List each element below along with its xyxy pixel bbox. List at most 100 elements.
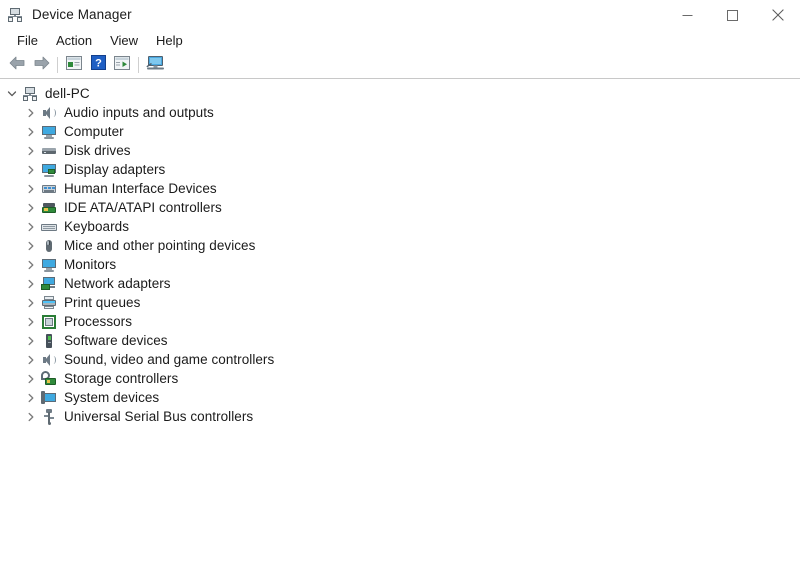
device-tree: dell-PC Audio inputs and outputs Compute…	[0, 84, 800, 426]
toolbar-separator-1	[57, 57, 58, 73]
tree-item-universal-serial-bus-controllers[interactable]: Universal Serial Bus controllers	[0, 407, 800, 426]
tree-item-label: Human Interface Devices	[64, 181, 217, 196]
tree-item-disk-drives[interactable]: Disk drives	[0, 141, 800, 160]
tree-item-label: Disk drives	[64, 143, 131, 158]
console-tree-icon	[66, 55, 82, 75]
speaker-icon	[41, 105, 57, 121]
title-bar: Device Manager	[0, 0, 800, 30]
properties-button[interactable]	[110, 54, 134, 76]
chevron-right-icon[interactable]	[21, 350, 41, 369]
tree-item-ide-ata-atapi-controllers[interactable]: IDE ATA/ATAPI controllers	[0, 198, 800, 217]
storage-controller-icon	[41, 370, 57, 387]
menu-file[interactable]: File	[8, 31, 47, 51]
help-button[interactable]: ?	[86, 54, 110, 76]
tree-item-label: Mice and other pointing devices	[64, 238, 256, 253]
keyboard-icon	[41, 219, 57, 235]
device-manager-window: Device Manager File Action View Help ? d…	[0, 0, 800, 562]
chevron-right-icon[interactable]	[21, 103, 41, 122]
chevron-right-icon[interactable]	[21, 236, 41, 255]
tree-item-label: Print queues	[64, 295, 141, 310]
network-adapter-icon	[41, 276, 57, 292]
tree-item-label: IDE ATA/ATAPI controllers	[64, 200, 222, 215]
tree-item-system-devices[interactable]: System devices	[0, 388, 800, 407]
chevron-right-icon[interactable]	[21, 407, 41, 426]
chevron-right-icon[interactable]	[21, 331, 41, 350]
chevron-right-icon[interactable]	[21, 388, 41, 407]
chevron-right-icon[interactable]	[21, 141, 41, 160]
tree-item-human-interface-devices[interactable]: Human Interface Devices	[0, 179, 800, 198]
computer-root-icon	[22, 86, 38, 102]
disk-drive-icon	[41, 143, 57, 159]
window-controls	[665, 0, 800, 30]
forward-arrow-icon	[33, 56, 50, 75]
processor-icon	[41, 314, 57, 330]
tree-item-label: System devices	[64, 390, 160, 405]
chevron-right-icon[interactable]	[21, 312, 41, 331]
tree-item-label: Network adapters	[64, 276, 171, 291]
chevron-right-icon[interactable]	[21, 255, 41, 274]
tree-item-label: Audio inputs and outputs	[64, 105, 214, 120]
tree-item-label: Universal Serial Bus controllers	[64, 409, 254, 424]
monitor-icon	[41, 124, 57, 140]
tree-item-network-adapters[interactable]: Network adapters	[0, 274, 800, 293]
chevron-right-icon[interactable]	[21, 369, 41, 388]
tree-item-monitors[interactable]: Monitors	[0, 255, 800, 274]
maximize-button[interactable]	[710, 0, 755, 30]
toolbar: ?	[0, 52, 800, 79]
show-hide-console-tree-button[interactable]	[62, 54, 86, 76]
tree-item-display-adapters[interactable]: Display adapters	[0, 160, 800, 179]
tree-item-label: Monitors	[64, 257, 117, 272]
tree-item-sound-video-and-game-controllers[interactable]: Sound, video and game controllers	[0, 350, 800, 369]
back-arrow-icon	[9, 56, 26, 75]
system-device-icon	[41, 390, 57, 406]
chevron-right-icon[interactable]	[21, 179, 41, 198]
chevron-right-icon[interactable]	[21, 122, 41, 141]
tree-item-label: Display adapters	[64, 162, 166, 177]
tree-item-audio-inputs-and-outputs[interactable]: Audio inputs and outputs	[0, 103, 800, 122]
chevron-down-icon[interactable]	[2, 84, 22, 103]
tree-item-mice-and-other-pointing-devices[interactable]: Mice and other pointing devices	[0, 236, 800, 255]
tree-item-label: Sound, video and game controllers	[64, 352, 275, 367]
chevron-right-icon[interactable]	[21, 160, 41, 179]
tree-item-label: Processors	[64, 314, 133, 329]
menu-bar: File Action View Help	[0, 30, 800, 52]
forward-button[interactable]	[29, 54, 53, 76]
minimize-button[interactable]	[665, 0, 710, 30]
display-adapter-icon	[41, 162, 57, 178]
tree-item-root-dell-pc[interactable]: dell-PC	[0, 84, 800, 103]
menu-help[interactable]: Help	[147, 31, 192, 51]
monitor-icon	[41, 257, 57, 273]
tree-item-label: Storage controllers	[64, 371, 179, 386]
back-button[interactable]	[5, 54, 29, 76]
human-interface-device-icon	[41, 181, 57, 197]
properties-icon	[114, 55, 130, 75]
device-manager-icon	[7, 7, 23, 23]
menu-action[interactable]: Action	[47, 31, 101, 51]
tree-item-label: Computer	[64, 124, 124, 139]
scan-for-hardware-changes-button[interactable]	[143, 54, 167, 76]
tree-item-processors[interactable]: Processors	[0, 312, 800, 331]
tree-item-root-label: dell-PC	[45, 86, 90, 101]
device-tree-panel[interactable]: dell-PC Audio inputs and outputs Compute…	[0, 79, 800, 562]
chevron-right-icon[interactable]	[21, 274, 41, 293]
window-title: Device Manager	[32, 7, 132, 22]
menu-view[interactable]: View	[101, 31, 147, 51]
mouse-icon	[41, 238, 57, 254]
help-question-icon: ?	[90, 55, 106, 75]
scan-hardware-icon	[145, 55, 165, 76]
tree-item-keyboards[interactable]: Keyboards	[0, 217, 800, 236]
svg-text:?: ?	[95, 58, 102, 70]
tree-item-label: Keyboards	[64, 219, 129, 234]
tree-item-computer[interactable]: Computer	[0, 122, 800, 141]
ide-controller-icon	[41, 200, 57, 216]
close-button[interactable]	[755, 0, 800, 30]
usb-icon	[41, 408, 57, 425]
tree-item-storage-controllers[interactable]: Storage controllers	[0, 369, 800, 388]
tree-item-software-devices[interactable]: Software devices	[0, 331, 800, 350]
chevron-right-icon[interactable]	[21, 217, 41, 236]
tree-item-label: Software devices	[64, 333, 168, 348]
tree-item-print-queues[interactable]: Print queues	[0, 293, 800, 312]
chevron-right-icon[interactable]	[21, 198, 41, 217]
speaker-icon	[41, 352, 57, 368]
chevron-right-icon[interactable]	[21, 293, 41, 312]
